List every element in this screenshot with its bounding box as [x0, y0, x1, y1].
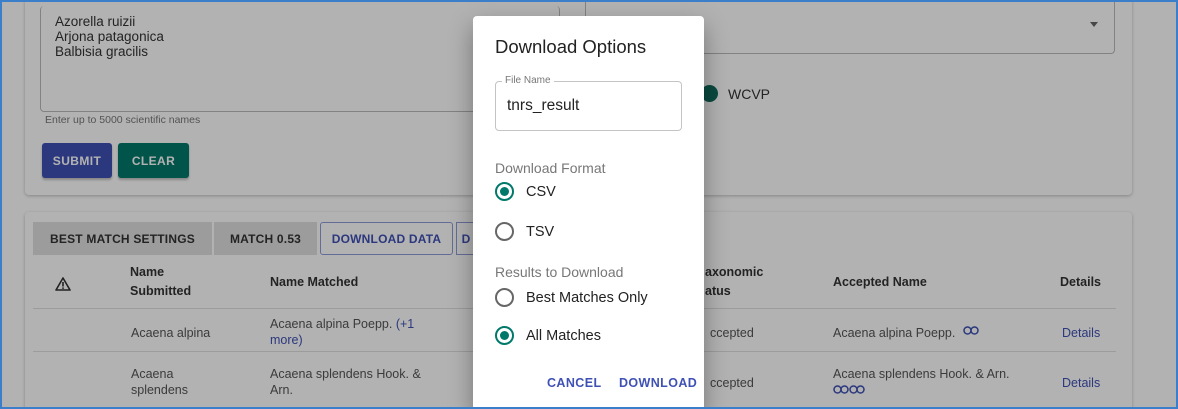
- format-radio-tsv[interactable]: TSV: [495, 222, 554, 241]
- results-radio-label: All Matches: [526, 327, 601, 344]
- download-button[interactable]: DOWNLOAD: [619, 376, 697, 390]
- cancel-button[interactable]: CANCEL: [547, 376, 601, 390]
- radio-checked-icon: [495, 182, 514, 201]
- format-radio-label: TSV: [526, 223, 555, 240]
- file-name-label: File Name: [502, 75, 554, 86]
- file-name-field[interactable]: File Name tnrs_result: [495, 75, 682, 131]
- app-frame: Azorella ruizii Arjona patagonica Balbis…: [0, 0, 1178, 409]
- format-radio-label: CSV: [526, 183, 556, 200]
- results-radio-all-matches[interactable]: All Matches: [495, 326, 601, 345]
- results-radio-label: Best Matches Only: [526, 289, 648, 306]
- format-radio-csv[interactable]: CSV: [495, 182, 556, 201]
- page: Azorella ruizii Arjona patagonica Balbis…: [2, 2, 1176, 407]
- download-options-dialog: Download Options File Name tnrs_result D…: [473, 16, 704, 407]
- radio-unchecked-icon: [495, 222, 514, 241]
- radio-unchecked-icon: [495, 288, 514, 307]
- results-radio-best-matches[interactable]: Best Matches Only: [495, 288, 648, 307]
- dialog-title: Download Options: [495, 36, 647, 57]
- radio-checked-icon: [495, 326, 514, 345]
- results-to-download-label: Results to Download: [495, 264, 624, 280]
- download-format-label: Download Format: [495, 160, 606, 176]
- file-name-value: tnrs_result: [507, 97, 580, 114]
